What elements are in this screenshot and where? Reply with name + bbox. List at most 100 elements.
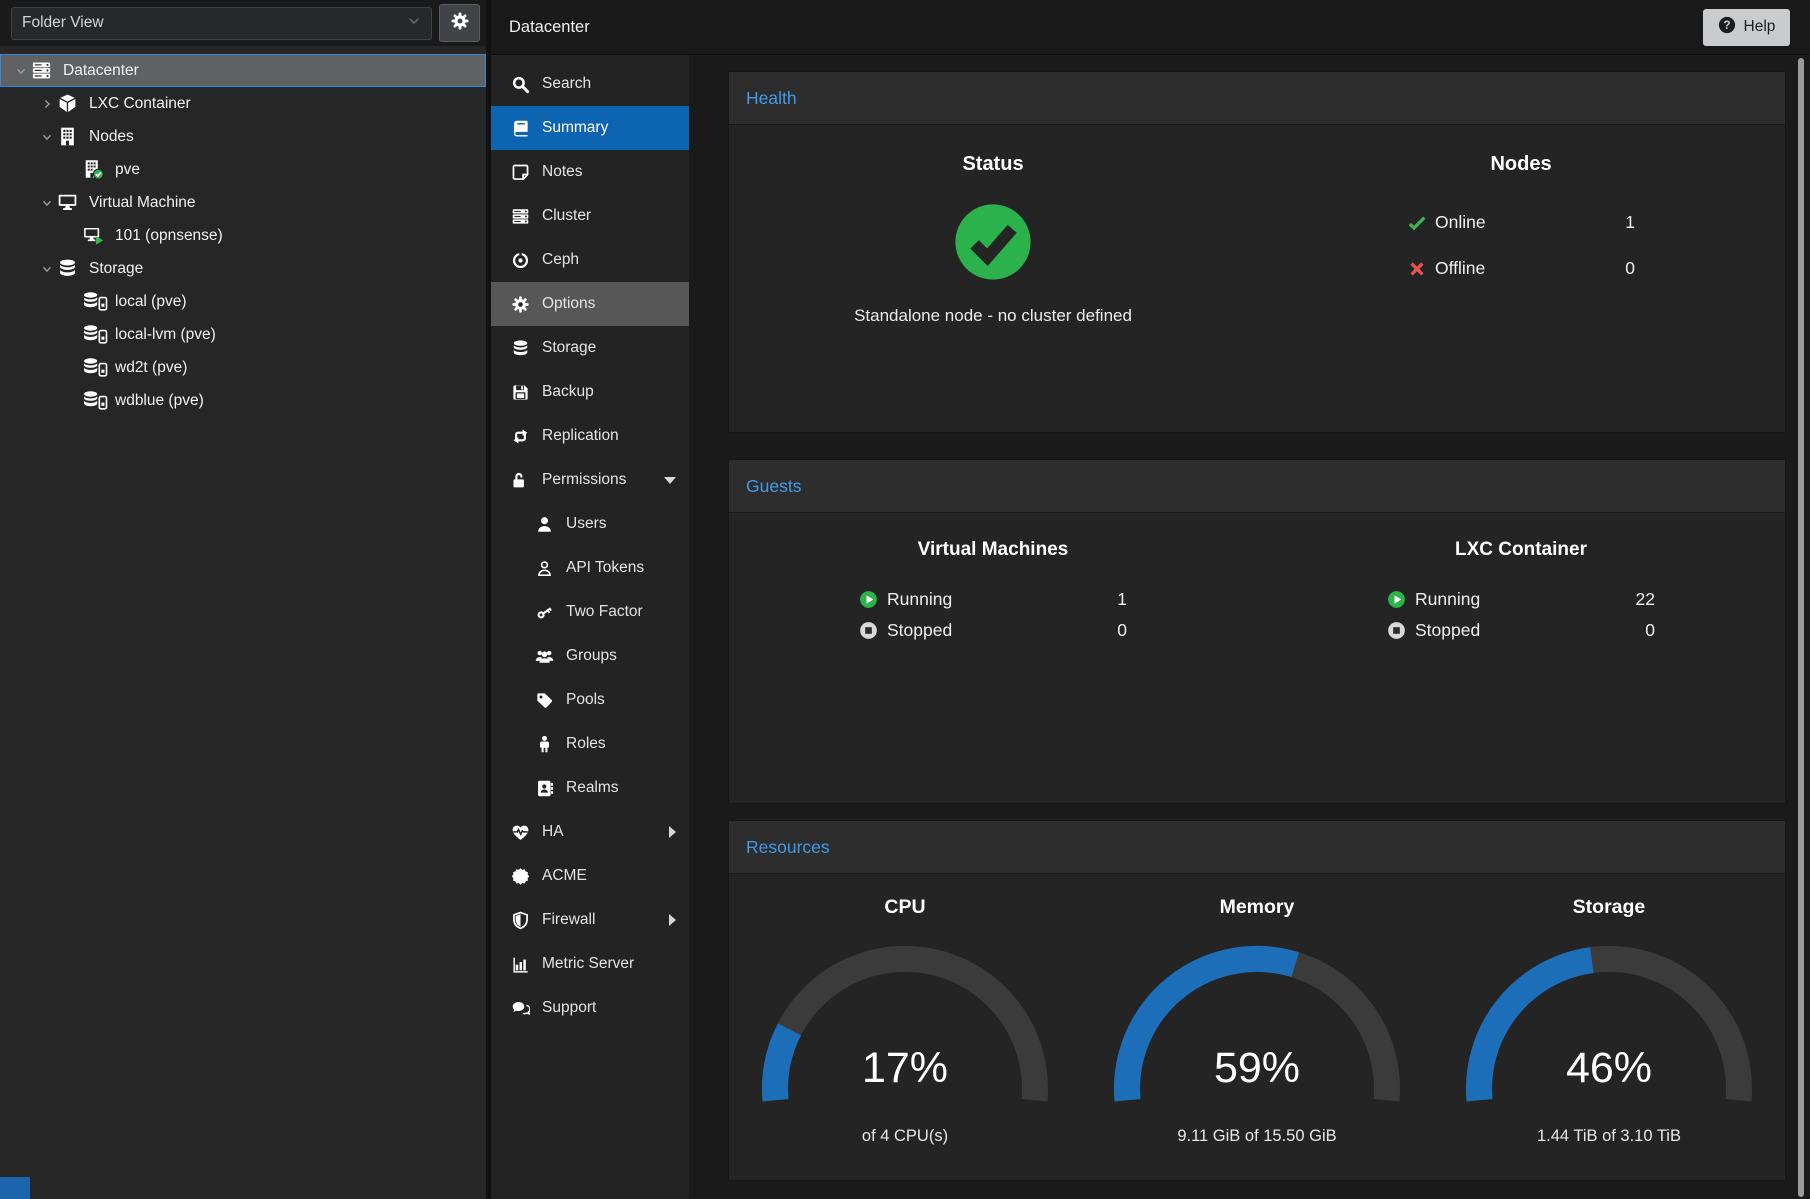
status-heading: Status — [962, 153, 1023, 176]
caret-down-icon[interactable] — [37, 196, 57, 210]
menu-item-notes[interactable]: Notes — [491, 150, 689, 194]
guest-count: 0 — [1117, 620, 1127, 641]
caret-down-icon[interactable] — [37, 130, 57, 144]
guest-count: 0 — [1645, 620, 1655, 641]
menu-item-ha[interactable]: HA — [491, 810, 689, 854]
tree-item-label: Nodes — [89, 128, 134, 146]
caret-right-icon[interactable] — [37, 97, 57, 111]
menu-item-label: Ceph — [542, 251, 579, 269]
tree-toolbar: Folder View — [0, 0, 486, 46]
building-icon — [57, 126, 83, 148]
monitor-play-icon — [83, 225, 109, 247]
tree-item-label: wd2t (pve) — [115, 359, 187, 377]
caret-down-icon[interactable] — [37, 262, 57, 276]
menu-item-label: Cluster — [542, 207, 591, 225]
tree-item-label: local (pve) — [115, 293, 187, 311]
tree-item-lxc-container[interactable]: LXC Container — [0, 87, 486, 120]
address-book-icon — [535, 779, 554, 798]
vertical-scrollbar[interactable] — [1798, 58, 1804, 1197]
menu-item-metric-server[interactable]: Metric Server — [491, 942, 689, 986]
stopped-icon — [1387, 621, 1406, 640]
menu-item-roles[interactable]: Roles — [491, 722, 689, 766]
menu-item-realms[interactable]: Realms — [491, 766, 689, 810]
gauge-memory: Memory59%9.11 GiB of 15.50 GiB — [1081, 874, 1433, 1180]
content-header: Datacenter ? Help — [491, 0, 1810, 55]
menu-item-label: Backup — [542, 383, 594, 401]
menu-item-backup[interactable]: Backup — [491, 370, 689, 414]
view-selector[interactable]: Folder View — [11, 7, 432, 40]
tree-item-pve[interactable]: pve — [0, 153, 486, 186]
nodes-table: Online1Offline0 — [1407, 212, 1635, 304]
tree-settings-button[interactable] — [439, 4, 480, 42]
menu-item-search[interactable]: Search — [491, 62, 689, 106]
gauge-detail: of 4 CPU(s) — [862, 1127, 948, 1146]
menu-item-cluster[interactable]: Cluster — [491, 194, 689, 238]
menu-item-users[interactable]: Users — [491, 502, 689, 546]
check-icon — [1407, 213, 1427, 233]
menu-item-api-tokens[interactable]: API Tokens — [491, 546, 689, 590]
heartbeat-icon — [511, 823, 530, 842]
menu-item-support[interactable]: Support — [491, 986, 689, 1030]
caret-down-icon[interactable] — [11, 64, 31, 78]
chevron-down-icon — [407, 14, 421, 33]
menu-item-label: ACME — [542, 867, 587, 885]
menu-item-label: Search — [542, 75, 591, 93]
menu-item-acme[interactable]: ACME — [491, 854, 689, 898]
server-stack-icon — [511, 207, 530, 226]
menu-item-firewall[interactable]: Firewall — [491, 898, 689, 942]
resource-tree-panel: Folder View DatacenterLXC Container Nodes… — [0, 0, 486, 1199]
guests-column-heading: LXC Container — [1455, 539, 1587, 561]
floppy-icon — [511, 383, 530, 402]
menu-item-summary[interactable]: Summary — [491, 106, 689, 150]
guest-row-running: Running22 — [1387, 589, 1655, 610]
tree-item-virtual-machine[interactable]: Virtual Machine — [0, 186, 486, 219]
menu-item-label: Groups — [566, 647, 617, 665]
guest-row-stopped: Stopped0 — [1387, 620, 1655, 641]
health-status-column: Status Standalone node - no cluster defi… — [729, 125, 1257, 432]
menu-item-pools[interactable]: Pools — [491, 678, 689, 722]
tree-item-datacenter[interactable]: Datacenter — [0, 54, 486, 87]
submenu-arrow-icon — [669, 914, 676, 926]
menu-item-groups[interactable]: Groups — [491, 634, 689, 678]
menu-item-storage[interactable]: Storage — [491, 326, 689, 370]
guests-column-heading: Virtual Machines — [918, 539, 1069, 561]
cross-icon — [1407, 259, 1427, 279]
menu-item-permissions[interactable]: Permissions — [491, 458, 689, 502]
page-title: Datacenter — [509, 18, 590, 37]
menu-item-replication[interactable]: Replication — [491, 414, 689, 458]
gauge-cpu: CPU17%of 4 CPU(s) — [729, 874, 1081, 1180]
tree-item-101-opnsense[interactable]: 101 (opnsense) — [0, 219, 486, 252]
gauge-detail: 1.44 TiB of 3.10 TiB — [1537, 1127, 1681, 1146]
guest-count: 22 — [1636, 589, 1655, 610]
node-status-label: Offline — [1435, 258, 1485, 279]
tree-item-local-pve[interactable]: local (pve) — [0, 285, 486, 318]
nodes-heading: Nodes — [1490, 153, 1551, 176]
gauge-arc: 46% — [1459, 939, 1759, 1123]
guests-column-virtual-machines: Virtual MachinesRunning1Stopped0 — [729, 513, 1257, 803]
tree-item-nodes[interactable]: Nodes — [0, 120, 486, 153]
tree-item-label: Virtual Machine — [89, 194, 196, 212]
help-button[interactable]: ? Help — [1703, 9, 1790, 46]
tree-item-wd2t-pve[interactable]: wd2t (pve) — [0, 351, 486, 384]
gauge-arc: 17% — [755, 939, 1055, 1123]
menu-item-ceph[interactable]: Ceph — [491, 238, 689, 282]
menu-item-label: Firewall — [542, 911, 595, 929]
tag-icon — [535, 691, 554, 710]
tree-item-label: 101 (opnsense) — [115, 227, 223, 245]
tree-item-wdblue-pve[interactable]: wdblue (pve) — [0, 384, 486, 417]
gauge-percent: 59% — [1214, 1044, 1300, 1092]
database-drive-icon — [83, 291, 109, 313]
gauge-heading: Storage — [1573, 896, 1646, 919]
user-icon — [535, 515, 554, 534]
comments-icon — [511, 999, 530, 1018]
proxmox-app: Folder View DatacenterLXC ContainerNodes… — [0, 0, 1810, 1199]
tree-item-local-lvm-pve[interactable]: local-lvm (pve) — [0, 318, 486, 351]
tree-item-storage[interactable]: Storage — [0, 252, 486, 285]
check-circle-icon — [953, 202, 1033, 282]
guest-state-label: Running — [887, 589, 952, 610]
gauge-percent: 17% — [862, 1044, 948, 1092]
menu-item-options[interactable]: Options — [491, 282, 689, 326]
menu-item-two-factor[interactable]: Two Factor — [491, 590, 689, 634]
menu-item-label: Summary — [542, 119, 608, 137]
guests-column-lxc-container: LXC Container Running22 Stopped0 — [1257, 513, 1785, 803]
